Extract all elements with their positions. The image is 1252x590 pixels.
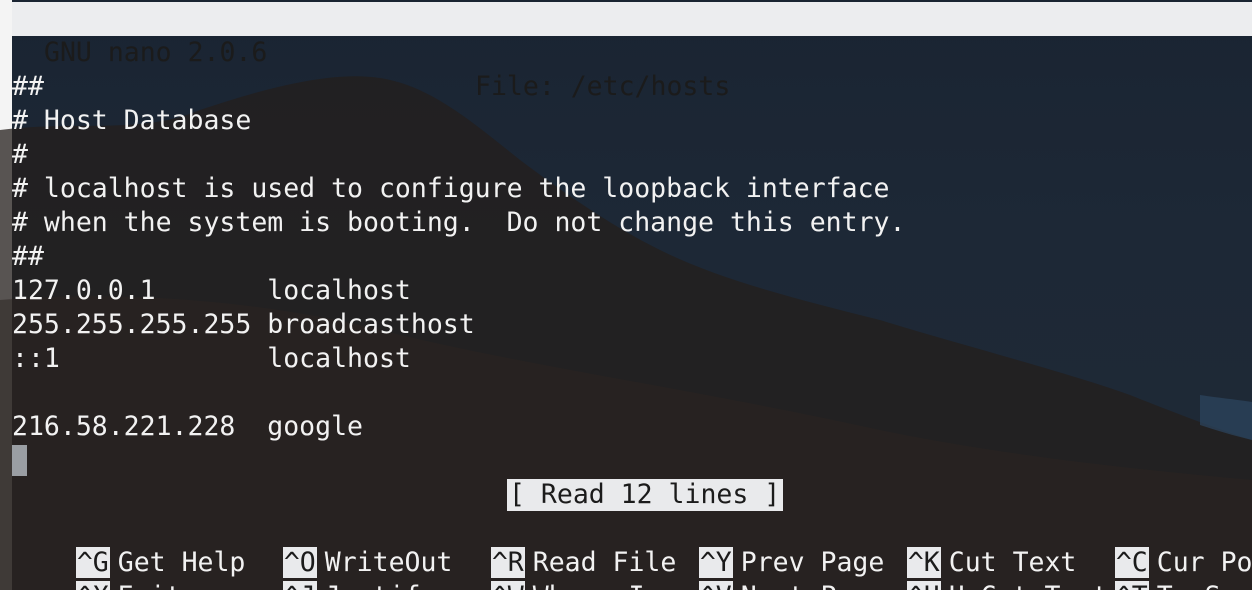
shortcut-label: Justify: [317, 581, 437, 590]
shortcut-cut-text[interactable]: ^K Cut Text: [843, 512, 1076, 578]
shortcut-key: ^V: [698, 581, 733, 590]
shortcut-exit[interactable]: ^XExit: [12, 546, 182, 590]
shortcut-to-spell[interactable]: ^TTo Spell: [1051, 546, 1252, 590]
shortcut-writeout[interactable]: ^O WriteOut: [219, 512, 452, 578]
editor-line[interactable]: # when the system is booting. Do not cha…: [12, 206, 905, 240]
editor-line[interactable]: # localhost is used to configure the loo…: [12, 172, 890, 206]
shortcut-get-help[interactable]: ^G Get Help: [12, 512, 245, 578]
editor-line[interactable]: ##: [12, 70, 44, 104]
editor-line[interactable]: ##: [12, 240, 44, 274]
shortcut-where-is[interactable]: ^WWhere Is: [427, 546, 660, 590]
nano-title-bar: GNU nano 2.0.6 File: /etc/hosts: [12, 2, 1252, 102]
shortcut-key: ^W: [490, 581, 525, 590]
editor-line[interactable]: #: [12, 138, 28, 172]
shortcut-key: ^U: [906, 581, 941, 590]
shortcut-label: To Spell: [1149, 581, 1252, 590]
shortcut-key: ^J: [282, 581, 317, 590]
shortcut-justify[interactable]: ^JJustify: [219, 546, 436, 590]
app-version: GNU nano 2.0.6: [44, 37, 268, 68]
shortcut-key: ^T: [1114, 581, 1149, 590]
shortcut-key: ^X: [75, 581, 110, 590]
editor-line[interactable]: ::1 localhost: [12, 342, 411, 376]
status-message: [ Read 12 lines ]: [507, 479, 784, 511]
shortcut-label: Exit: [110, 581, 182, 590]
editor-line[interactable]: # Host Database: [12, 104, 251, 138]
editor-line[interactable]: 216.58.221.228 google: [12, 410, 363, 444]
file-name: File: /etc/hosts: [475, 71, 731, 102]
text-cursor: [12, 445, 27, 476]
editor-line[interactable]: 127.0.0.1 localhost: [12, 274, 411, 308]
editor-line[interactable]: 255.255.255.255 broadcasthost: [12, 308, 475, 342]
terminal-window[interactable]: GNU nano 2.0.6 File: /etc/hosts ## # Hos…: [0, 0, 1252, 590]
shortcut-cur-pos[interactable]: ^CCur Pos: [1051, 512, 1252, 578]
